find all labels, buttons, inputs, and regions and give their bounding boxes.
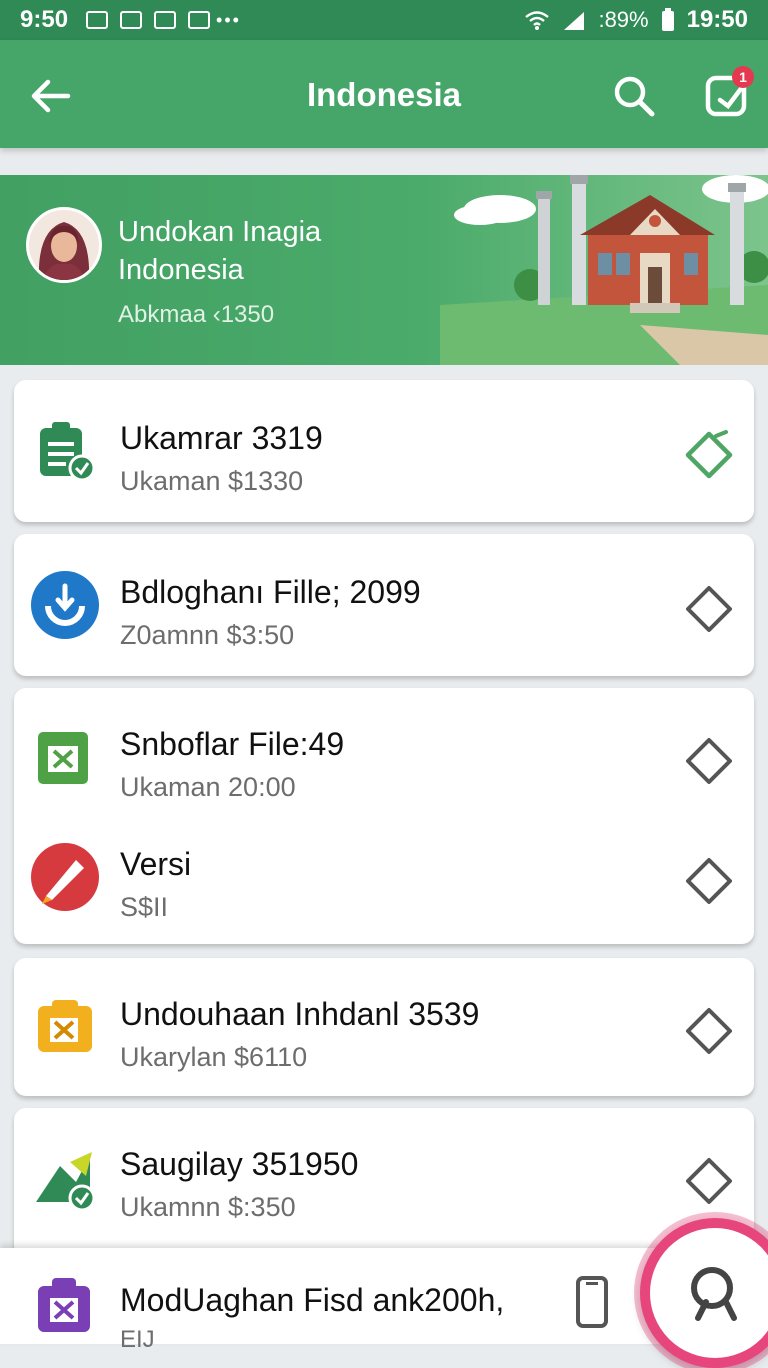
avatar[interactable] <box>26 207 102 283</box>
search-icon[interactable] <box>612 74 656 118</box>
status-clock: 19:50 <box>686 6 748 33</box>
list-item[interactable]: Saugilay 351950 Ukamnn $:350 <box>14 1116 754 1236</box>
status-bar: 9:50 ••• :89% 19:50 <box>0 0 768 40</box>
notification-badge: 1 <box>732 66 754 88</box>
item-title: Snboflar File:49 <box>120 726 345 762</box>
list-item[interactable]: Snboflar File:49 Ukaman 20:00 <box>14 696 754 816</box>
tag-icon[interactable] <box>682 1154 736 1208</box>
purple-bag-icon <box>38 1278 90 1332</box>
file-card: Undouhaan Inhdanl 3539 Ukarylan $6110 <box>14 958 754 1096</box>
item-title: Versi <box>120 846 192 882</box>
clipboard-icon <box>40 422 96 482</box>
more-notifications-icon: ••• <box>216 9 241 30</box>
list-item[interactable]: Bdloghanı Fille; 2099 Z0amnn $3:50 <box>14 544 754 664</box>
notification-icons <box>86 11 211 29</box>
notification-icon <box>120 11 143 29</box>
tag-icon[interactable] <box>682 582 736 636</box>
app-bar: Indonesia 1 <box>0 40 768 148</box>
item-subtitle: Ukaman $1330 <box>120 466 304 496</box>
list-item[interactable]: Versi S$II <box>14 816 754 936</box>
item-subtitle: Ukamnn $:350 <box>120 1192 296 1222</box>
profile-name: Undokan Inagia Indonesia <box>118 213 478 289</box>
profile-meta: Abkmaa ‹1350 <box>118 301 275 328</box>
item-title: Bdloghanı Fille; 2099 <box>120 574 421 610</box>
search-icon <box>691 1267 737 1321</box>
profile-name-line2: Indonesia <box>118 254 244 286</box>
item-title: Ukamrar 3319 <box>120 420 323 456</box>
profile-name-line1: Undokan Inagia <box>118 216 322 248</box>
item-subtitle: Z0amnn $3:50 <box>120 620 295 650</box>
notification-icon <box>188 11 211 29</box>
orange-file-icon <box>38 1000 92 1052</box>
profile-banner[interactable]: Undokan Inagia Indonesia Abkmaa ‹1350 <box>0 175 768 365</box>
file-card: Saugilay 351950 Ukamnn $:350 <box>14 1108 754 1258</box>
list-item[interactable]: Ukamrar 3319 Ukaman $1330 <box>14 390 754 510</box>
item-subtitle: Ukaman 20:00 <box>120 772 296 802</box>
item-title: ModUaghan Fisd ank200h, <box>120 1282 505 1318</box>
tag-icon[interactable] <box>682 1004 736 1058</box>
file-card: Snboflar File:49 Ukaman 20:00 Versi S$II <box>14 688 754 944</box>
item-title: Saugilay 351950 <box>120 1146 359 1182</box>
battery-percent: :89% <box>598 7 649 32</box>
item-subtitle: EIJ <box>120 1326 155 1353</box>
sync-icon <box>31 571 99 639</box>
file-card: Bdloghanı Fille; 2099 Z0amnn $3:50 <box>14 534 754 676</box>
arrow-file-icon <box>36 1152 96 1212</box>
list-item[interactable]: Undouhaan Inhdanl 3539 Ukarylan $6110 <box>14 966 754 1086</box>
item-title: Undouhaan Inhdanl 3539 <box>120 996 480 1032</box>
notification-icon <box>154 11 177 29</box>
status-time: 9:50 <box>20 6 69 33</box>
tag-icon[interactable] <box>682 854 736 908</box>
tag-icon[interactable] <box>682 428 736 482</box>
item-subtitle: Ukarylan $6110 <box>120 1042 308 1072</box>
file-card: Ukamrar 3319 Ukaman $1330 <box>14 380 754 522</box>
item-subtitle: S$II <box>120 892 169 922</box>
battery-icon <box>661 8 674 31</box>
spreadsheet-icon <box>38 732 88 784</box>
tag-icon[interactable] <box>682 734 736 788</box>
pen-icon <box>31 843 99 911</box>
notification-icon <box>86 11 109 29</box>
wifi-icon <box>525 11 550 30</box>
house-illustration <box>440 175 768 365</box>
phone-icon[interactable] <box>572 1274 612 1330</box>
signal-icon <box>564 12 585 30</box>
